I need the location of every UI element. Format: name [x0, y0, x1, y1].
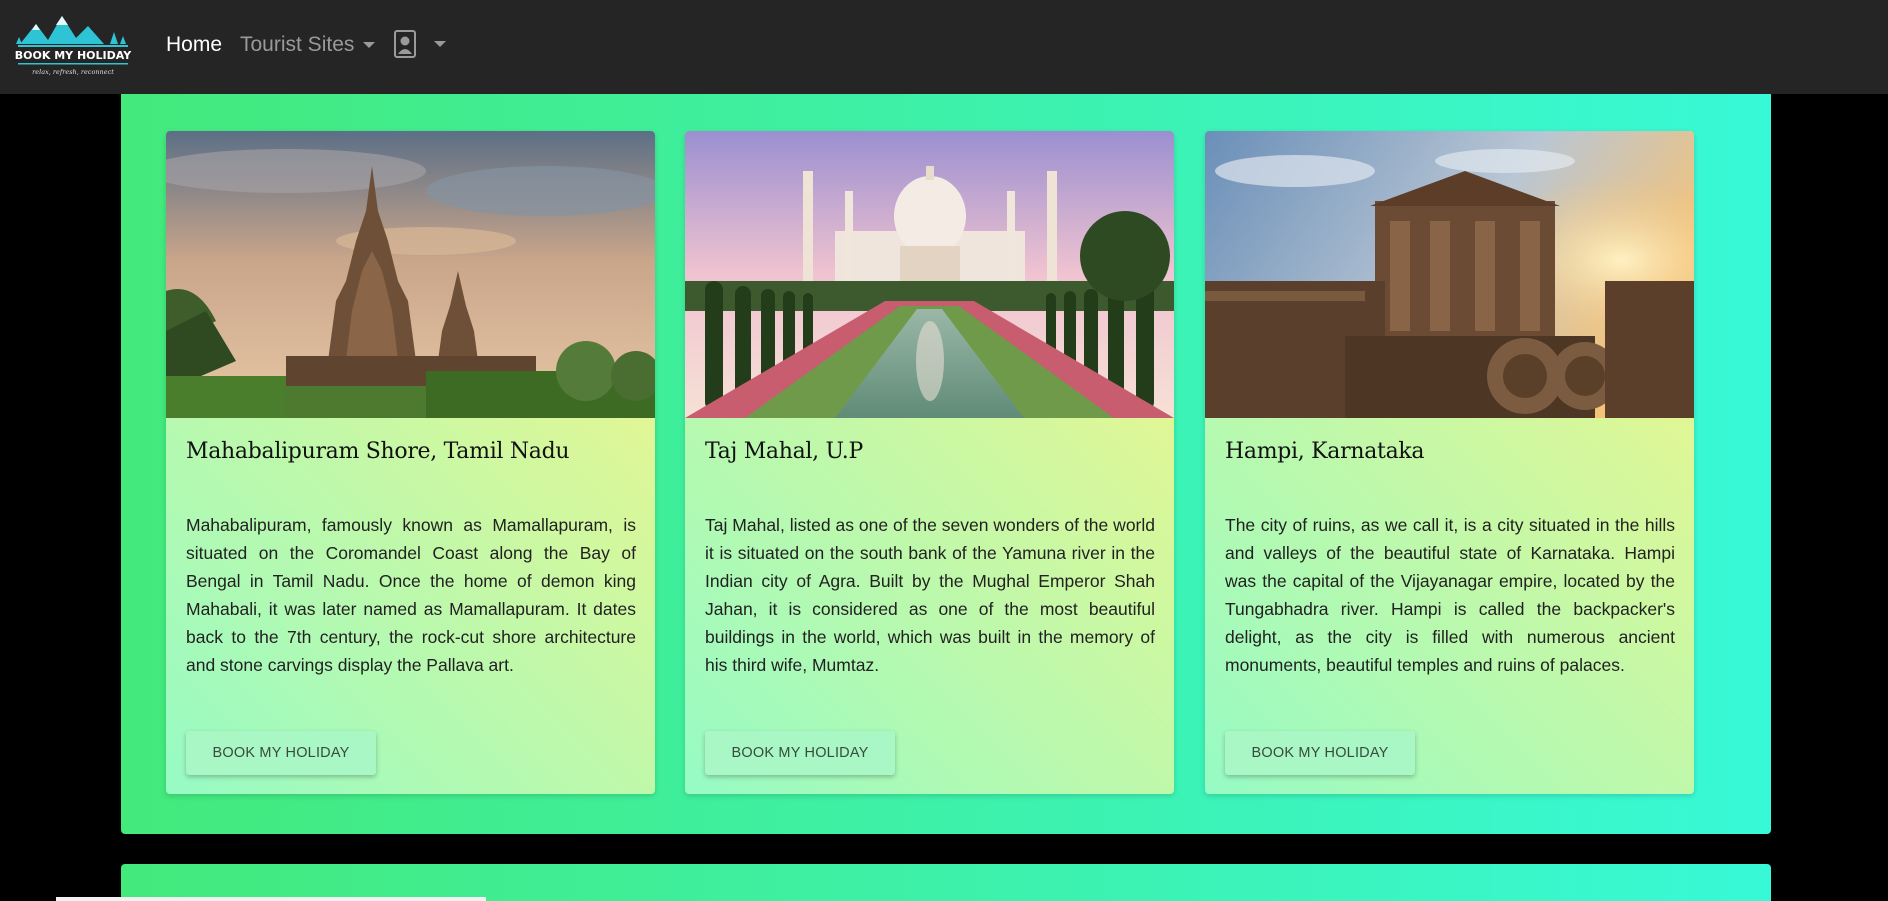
tourist-site-card: Hampi, Karnataka The city of ruins, as w…: [1205, 131, 1694, 794]
nav-tourist-sites-dropdown[interactable]: Tourist Sites: [240, 33, 376, 57]
nav-user-dropdown[interactable]: [394, 30, 446, 58]
nav-tourist-sites-label: Tourist Sites: [240, 33, 355, 56]
card-description: Mahabalipuram, famously known as Mamalla…: [186, 515, 636, 675]
user-portrait-icon: [394, 30, 416, 58]
hampi-stone-chariot-photo: [1205, 131, 1694, 418]
horizontal-scrollbar[interactable]: [56, 897, 486, 901]
brand-logo[interactable]: BOOK MY HOLIDAY relax, refresh, reconnec…: [14, 10, 132, 80]
next-section: [121, 864, 1771, 901]
card-title: Mahabalipuram Shore, Tamil Nadu: [186, 439, 570, 464]
navbar: BOOK MY HOLIDAY relax, refresh, reconnec…: [0, 0, 1888, 94]
svg-text:BOOK MY HOLIDAY: BOOK MY HOLIDAY: [15, 49, 132, 62]
tourist-site-card: Mahabalipuram Shore, Tamil Nadu Mahabali…: [166, 131, 655, 794]
card-description: The city of ruins, as we call it, is a c…: [1225, 515, 1675, 675]
card-description: Taj Mahal, listed as one of the seven wo…: [705, 515, 1155, 675]
mahabalipuram-shore-temple-photo: [166, 131, 655, 418]
nav-home-link[interactable]: Home: [166, 33, 222, 57]
book-my-holiday-button[interactable]: BOOK MY HOLIDAY: [705, 731, 895, 775]
card-title: Hampi, Karnataka: [1225, 439, 1425, 464]
taj-mahal-photo: [685, 131, 1174, 418]
tourist-site-card: Taj Mahal, U.P Taj Mahal, listed as one …: [685, 131, 1174, 794]
chevron-down-icon: [363, 42, 376, 48]
book-my-holiday-button[interactable]: BOOK MY HOLIDAY: [1225, 731, 1415, 775]
chevron-down-icon: [434, 41, 446, 47]
card-title: Taj Mahal, U.P: [705, 439, 863, 464]
svg-text:relax, refresh, reconnect: relax, refresh, reconnect: [32, 68, 114, 76]
book-my-holiday-button[interactable]: BOOK MY HOLIDAY: [186, 731, 376, 775]
